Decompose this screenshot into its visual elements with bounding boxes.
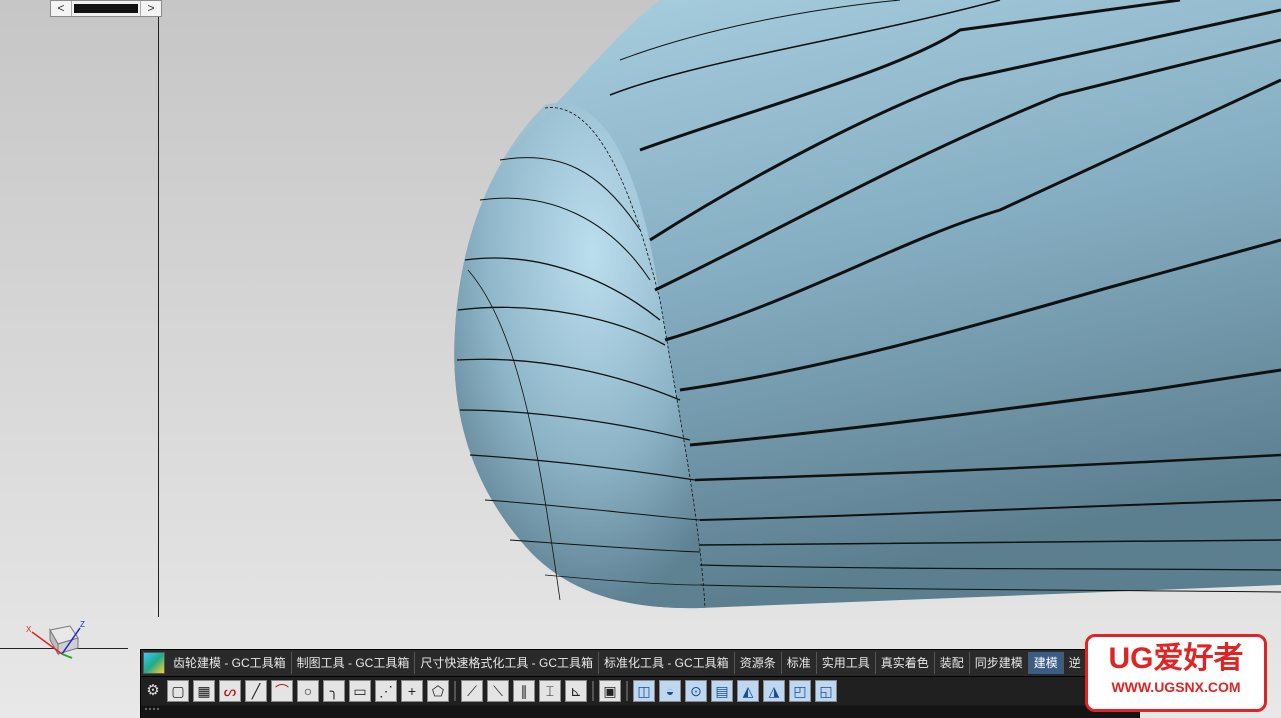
extend-tool-icon[interactable]: ⟍ <box>487 680 509 702</box>
nx-logo-icon[interactable] <box>143 652 165 674</box>
extrude-icon[interactable]: ◫ <box>633 680 655 702</box>
tab-assembly[interactable]: 装配 <box>935 652 970 674</box>
tab-standard[interactable]: 标准 <box>782 652 817 674</box>
watermark-title: UG爱好者 <box>1108 642 1244 675</box>
tab-modeling[interactable]: 建模 <box>1028 652 1064 674</box>
tab-true-shading[interactable]: 真实着色 <box>876 652 935 674</box>
trim-tool-icon[interactable]: ⟋ <box>461 680 483 702</box>
tab-utilities[interactable]: 实用工具 <box>817 652 876 674</box>
tab-reverse[interactable]: 逆 <box>1064 652 1087 674</box>
rectangle-tool-icon[interactable]: ▢ <box>167 680 189 702</box>
tab-gear-modeling[interactable]: 齿轮建模 - GC工具箱 <box>168 652 292 674</box>
ugsnx-watermark-logo: UG爱好者 WWW.UGSNX.COM <box>1085 634 1267 712</box>
watermark-url: WWW.UGSNX.COM <box>1111 679 1241 695</box>
pattern-array-icon[interactable]: ▣ <box>599 680 621 702</box>
surface-icon[interactable]: ◱ <box>815 680 837 702</box>
revolve-icon[interactable]: ◒ <box>659 680 681 702</box>
gear-icon[interactable]: ⚙ <box>143 681 163 701</box>
mirror-curve-icon[interactable]: ⌶ <box>539 680 561 702</box>
scroll-right-arrow-icon[interactable]: > <box>140 1 161 16</box>
tab-synchronous-modeling[interactable]: 同步建模 <box>970 652 1029 674</box>
toolbar-tab-strip: 齿轮建模 - GC工具箱 制图工具 - GC工具箱 尺寸快速格式化工具 - GC… <box>141 650 1139 677</box>
vertical-divider-line <box>158 17 159 617</box>
chamfer-icon[interactable]: ◮ <box>763 680 785 702</box>
graphics-viewport[interactable] <box>0 0 1281 718</box>
tab-resource-bar[interactable]: 资源条 <box>735 652 782 674</box>
arc-tool-icon[interactable]: ⌒ <box>271 680 293 702</box>
scroll-left-arrow-icon[interactable]: < <box>51 1 72 16</box>
line-tool-icon[interactable]: ╱ <box>245 680 267 702</box>
hole-icon[interactable]: ⊙ <box>685 680 707 702</box>
toolbar-tools-row: ⚙ ▢ ▦ ᔕ ╱ ⌒ ○ ╮ ▭ ⋰ + ⬠ ⟋ ⟍ ∥ ⌶ ⊾ ▣ ◫ ◒ ⊙ ▤ ◭ ◮ ◰ ◱ <box>141 677 1139 705</box>
triad-z-label: Z <box>80 620 85 629</box>
offset-curve-icon[interactable]: ∥ <box>513 680 535 702</box>
toolbar-grip[interactable] <box>141 706 1139 718</box>
pattern-tool-icon[interactable]: ▦ <box>193 680 215 702</box>
shell-icon[interactable]: ◰ <box>789 680 811 702</box>
circle-tool-icon[interactable]: ○ <box>297 680 319 702</box>
scrollbar-thumb[interactable] <box>74 4 138 13</box>
tab-standardization[interactable]: 标准化工具 - GC工具箱 <box>599 652 735 674</box>
horizontal-scrollbar[interactable]: < > <box>50 0 162 17</box>
toolbar-separator <box>454 681 456 701</box>
profile-tool-icon[interactable]: ⬠ <box>427 680 449 702</box>
triad-x-label: X <box>26 625 32 634</box>
fillet-tool-icon[interactable]: ╮ <box>323 680 345 702</box>
tab-drafting-tools[interactable]: 制图工具 - GC工具箱 <box>292 652 416 674</box>
toolbar-panel: 齿轮建模 - GC工具箱 制图工具 - GC工具箱 尺寸快速格式化工具 - GC… <box>140 649 1140 718</box>
toolbar-separator <box>626 681 628 701</box>
wcs-triad-icon: X Z <box>26 620 85 659</box>
toolbar-separator <box>592 681 594 701</box>
polyline-tool-icon[interactable]: ⋰ <box>375 680 397 702</box>
tab-dimension-format[interactable]: 尺寸快速格式化工具 - GC工具箱 <box>415 652 600 674</box>
blend-icon[interactable]: ◭ <box>737 680 759 702</box>
project-curve-icon[interactable]: ⊾ <box>565 680 587 702</box>
rectangle2-tool-icon[interactable]: ▭ <box>349 680 371 702</box>
spline-tool-icon[interactable]: ᔕ <box>219 680 241 702</box>
block-icon[interactable]: ▤ <box>711 680 733 702</box>
point-tool-icon[interactable]: + <box>401 680 423 702</box>
